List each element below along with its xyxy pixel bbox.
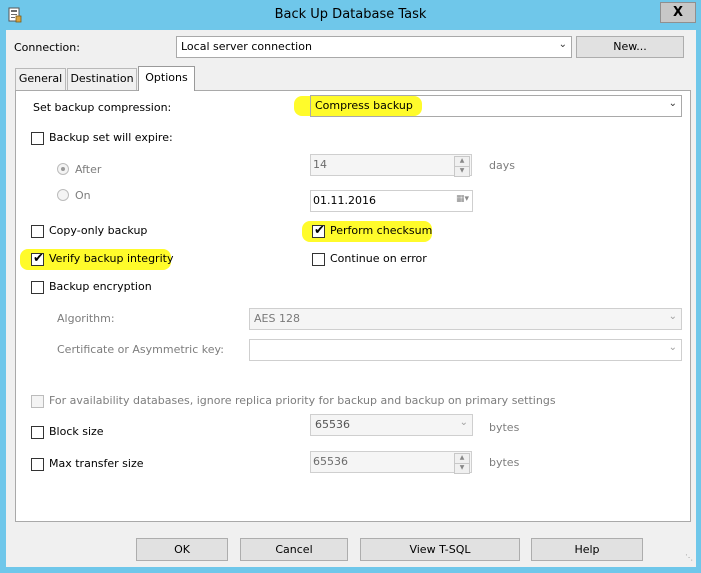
max-transfer-label: Max transfer size: [49, 457, 144, 470]
chevron-down-icon: ⌄: [558, 39, 567, 50]
checkmark-icon: ✔: [314, 223, 325, 238]
compression-value: Compress backup: [315, 99, 413, 112]
on-radio[interactable]: [57, 189, 69, 201]
compression-dropdown[interactable]: Compress backup ⌄: [310, 95, 682, 117]
after-label: After: [75, 163, 102, 176]
title-bar[interactable]: Back Up Database Task X: [0, 0, 701, 30]
tab-options[interactable]: Options: [138, 66, 195, 91]
on-date-value: 01.11.2016: [313, 194, 376, 207]
new-connection-button[interactable]: New...: [576, 36, 684, 58]
connection-dropdown[interactable]: Local server connection ⌄: [176, 36, 572, 58]
block-size-bytes-label: bytes: [489, 421, 520, 434]
algorithm-value: AES 128: [254, 312, 300, 325]
tab-general[interactable]: General: [15, 68, 66, 90]
block-size-label: Block size: [49, 425, 104, 438]
close-button[interactable]: X: [660, 2, 696, 23]
availability-label: For availability databases, ignore repli…: [49, 394, 556, 407]
availability-checkbox[interactable]: [31, 395, 44, 408]
dialog-window: Back Up Database Task X Connection: Loca…: [0, 0, 701, 573]
connection-value: Local server connection: [181, 40, 312, 53]
window-title: Back Up Database Task: [274, 7, 427, 22]
chevron-down-icon: ⌄: [668, 342, 677, 353]
spin-down-icon[interactable]: ▼: [454, 166, 470, 177]
perform-checksum-checkbox[interactable]: ✔: [312, 223, 325, 238]
radio-selected-dot: [61, 167, 65, 171]
close-icon: X: [672, 5, 684, 20]
compression-label: Set backup compression:: [33, 101, 172, 114]
verify-integrity-checkbox[interactable]: ✔: [31, 251, 44, 266]
chevron-down-icon: ⌄: [668, 311, 677, 322]
on-date-picker[interactable]: 01.11.2016 ▦▾: [310, 190, 473, 212]
max-transfer-checkbox[interactable]: [31, 458, 44, 471]
encryption-label: Backup encryption: [49, 280, 152, 293]
max-transfer-stepper[interactable]: 65536 ▲ ▼: [310, 451, 472, 474]
on-label: On: [75, 189, 91, 202]
copy-only-checkbox[interactable]: [31, 225, 44, 238]
view-tsql-button[interactable]: View T-SQL: [360, 538, 520, 561]
tab-destination[interactable]: Destination: [67, 68, 137, 90]
algorithm-dropdown[interactable]: AES 128 ⌄: [249, 308, 682, 330]
after-days-stepper[interactable]: 14 ▲ ▼: [310, 154, 472, 177]
after-radio[interactable]: [57, 163, 69, 175]
copy-only-label: Copy-only backup: [49, 224, 148, 237]
cancel-button[interactable]: Cancel: [240, 538, 348, 561]
encryption-checkbox[interactable]: [31, 281, 44, 294]
chevron-down-icon: ⌄: [459, 417, 468, 428]
certificate-label: Certificate or Asymmetric key:: [57, 343, 224, 356]
calendar-icon[interactable]: ▦▾: [456, 194, 469, 204]
block-size-checkbox[interactable]: [31, 426, 44, 439]
expire-label: Backup set will expire:: [49, 131, 173, 144]
ok-button[interactable]: OK: [136, 538, 228, 561]
resize-grip-icon[interactable]: ⋱: [685, 553, 695, 563]
after-days-value: 14: [313, 158, 327, 171]
help-button[interactable]: Help: [531, 538, 643, 561]
days-label: days: [489, 159, 515, 172]
spin-down-icon[interactable]: ▼: [454, 463, 470, 474]
chevron-down-icon: ⌄: [668, 98, 677, 109]
continue-on-error-label: Continue on error: [330, 252, 427, 265]
max-transfer-bytes-label: bytes: [489, 456, 520, 469]
block-size-dropdown[interactable]: 65536 ⌄: [310, 414, 473, 436]
connection-label: Connection:: [14, 41, 80, 54]
certificate-dropdown[interactable]: ⌄: [249, 339, 682, 361]
verify-integrity-label: Verify backup integrity: [49, 252, 174, 265]
perform-checksum-label: Perform checksum: [330, 224, 433, 237]
block-size-value: 65536: [315, 418, 350, 431]
algorithm-label: Algorithm:: [57, 312, 115, 325]
checkmark-icon: ✔: [33, 251, 44, 266]
max-transfer-value: 65536: [313, 455, 348, 468]
expire-checkbox[interactable]: [31, 132, 44, 145]
continue-on-error-checkbox[interactable]: [312, 253, 325, 266]
